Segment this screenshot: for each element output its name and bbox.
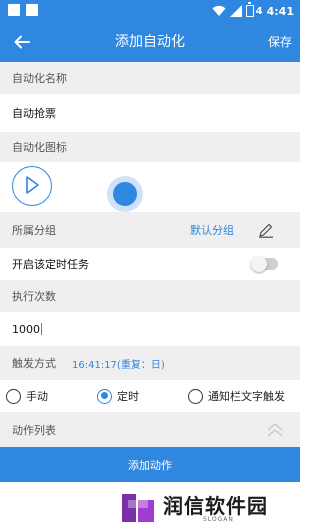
exec-count-input[interactable]: 1000 [0,312,300,346]
exec-count-label-row: 执行次数 [0,280,300,312]
radio-timed[interactable]: 定时 [97,388,139,404]
icon-label-row: 自动化图标 [0,132,300,162]
radio-label: 手动 [26,390,48,403]
text-cursor [41,323,42,335]
trigger-label: 触发方式 [12,357,56,370]
notification-square-icon [8,4,20,16]
radio-manual[interactable]: 手动 [6,388,48,404]
status-bar: 4 4:41 [0,0,300,22]
app-bar: 添加自动化 保存 [0,22,300,62]
exec-count-label: 执行次数 [12,290,56,303]
radio-button [6,388,21,404]
trigger-options: 手动 定时 通知栏文字触发 [0,382,300,410]
wifi-icon [212,5,226,16]
battery-icon [245,2,254,17]
schedule-toggle[interactable] [251,256,278,272]
name-label: 自动化名称 [12,72,67,85]
touch-indicator [113,182,137,206]
schedule-label: 开启该定时任务 [12,258,89,271]
automation-icon-picker[interactable] [12,166,52,206]
add-action-button[interactable]: 添加动作 [0,447,300,482]
trigger-time[interactable]: 16:41:17(重复：日) [72,356,165,371]
radio-button-checked [97,388,112,404]
battery-level: 4 [255,5,263,17]
chevron-up-icon[interactable] [266,421,284,439]
radio-notification[interactable]: 通知栏文字触发 [188,388,285,404]
play-icon [26,176,40,195]
notification-square-icon [26,4,38,16]
group-label: 所属分组 [12,224,56,237]
schedule-row: 开启该定时任务 [0,248,300,280]
radio-label: 定时 [117,390,139,403]
radio-button [188,388,203,404]
watermark-slogan: SLOGAN [203,516,234,523]
group-value[interactable]: 默认分组 [190,222,234,238]
name-value: 自动抢票 [12,107,56,120]
group-row[interactable]: 所属分组 默认分组 [0,212,300,248]
signal-icon [229,5,242,17]
icon-label: 自动化图标 [12,141,67,154]
save-button[interactable]: 保存 [268,22,292,62]
exec-count-value: 1000 [12,322,40,336]
status-right: 4 4:41 [212,2,294,20]
watermark-text: 润信软件园 [163,494,268,518]
edit-pen-icon[interactable] [258,222,274,238]
radio-label: 通知栏文字触发 [208,390,285,403]
action-list-label: 动作列表 [12,423,56,437]
trigger-row: 触发方式 16:41:17(重复：日) [0,346,300,380]
clock: 4:41 [266,4,294,18]
action-list-header: 动作列表 [0,412,300,447]
page-title: 添加自动化 [115,34,185,50]
name-field[interactable]: 自动抢票 [0,94,300,132]
name-label-row: 自动化名称 [0,62,300,94]
watermark-logo-icon [122,494,154,522]
toggle-knob [251,256,267,272]
